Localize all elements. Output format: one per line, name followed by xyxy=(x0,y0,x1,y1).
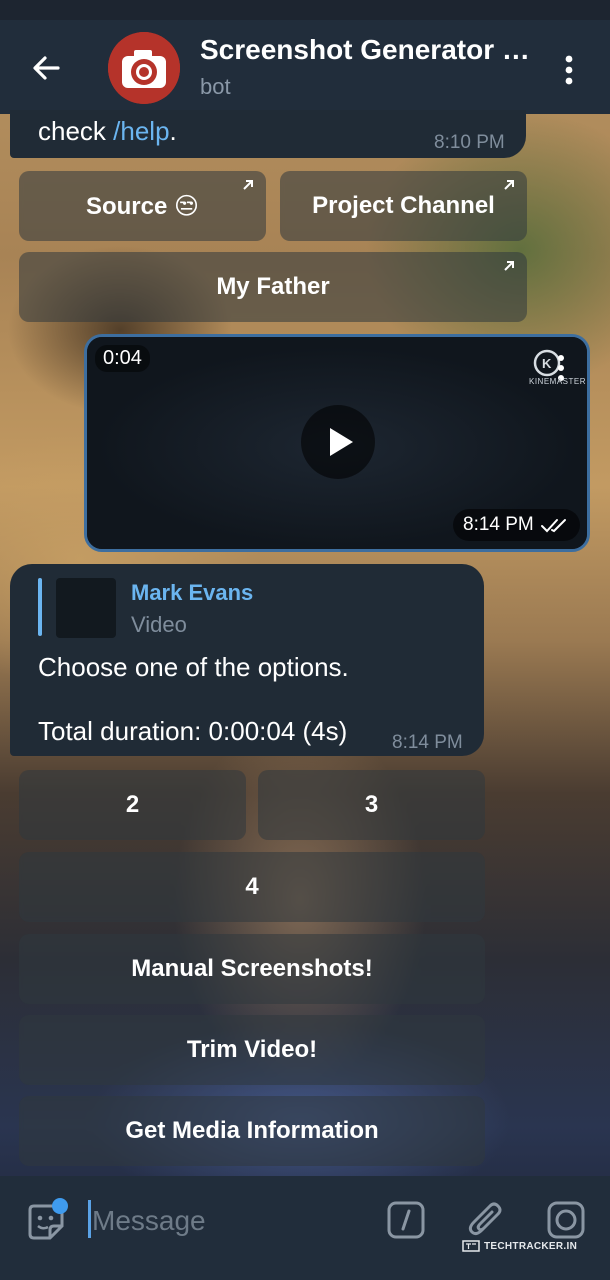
message-time: 8:14 PM xyxy=(392,732,463,753)
video-duration-badge: 0:04 xyxy=(95,345,150,372)
camera-logo-icon xyxy=(108,32,180,104)
notification-dot xyxy=(52,1198,68,1214)
bot-commands-icon[interactable] xyxy=(386,1200,426,1240)
watermark: TECHTRACKER.IN xyxy=(462,1239,577,1253)
get-media-information-button[interactable]: Get Media Information xyxy=(19,1096,485,1166)
message-composer xyxy=(0,1176,610,1280)
option-3-button[interactable]: 3 xyxy=(258,770,485,840)
message-line-2: Total duration: 0:00:04 (4s) xyxy=(38,716,348,746)
chat-header: Screenshot Generator Bot bot xyxy=(0,20,610,114)
message-text-prefix: check xyxy=(38,116,114,146)
source-button-label: Source 😒 xyxy=(85,192,200,220)
message-input[interactable] xyxy=(92,1200,352,1242)
message-text-suffix: . xyxy=(169,116,177,146)
chat-subtitle: bot xyxy=(200,74,231,99)
status-bar xyxy=(0,0,610,20)
paperclip-icon[interactable] xyxy=(466,1198,506,1242)
video-message[interactable]: 0:04 K KINEMASTER 8:14 PM xyxy=(84,334,590,552)
reply-accent-bar xyxy=(38,578,42,636)
manual-screenshots-button[interactable]: Manual Screenshots! xyxy=(19,934,485,1004)
source-button[interactable]: Source 😒 xyxy=(19,171,266,241)
bot-message-options: Mark Evans Video Choose one of the optio… xyxy=(10,564,484,756)
watermark-text: TECHTRACKER.IN xyxy=(484,1240,578,1252)
message-text: check /help. xyxy=(38,116,177,147)
bot-message-help: check /help. 8:10 PM xyxy=(10,110,526,158)
reply-media-type: Video xyxy=(131,612,187,637)
more-menu-icon[interactable] xyxy=(556,50,582,90)
text-cursor xyxy=(88,1200,91,1238)
video-time: 8:14 PM xyxy=(463,514,534,535)
external-link-icon xyxy=(243,180,253,190)
camera-icon[interactable] xyxy=(546,1200,586,1240)
message-line-1: Choose one of the options. xyxy=(38,652,349,682)
help-command-link[interactable]: /help xyxy=(113,116,169,146)
message-time: 8:10 PM xyxy=(434,132,505,153)
external-link-icon xyxy=(504,261,514,271)
option-2-button[interactable]: 2 xyxy=(19,770,246,840)
chat-title[interactable]: Screenshot Generator Bot xyxy=(200,34,530,66)
video-time-badge: 8:14 PM xyxy=(453,509,580,541)
my-father-button[interactable]: My Father xyxy=(19,252,527,322)
my-father-label: My Father xyxy=(216,273,330,300)
double-check-icon xyxy=(540,519,566,533)
watermark-logo-icon xyxy=(462,1240,480,1252)
trim-video-button[interactable]: Trim Video! xyxy=(19,1015,485,1085)
reply-sender-name[interactable]: Mark Evans xyxy=(131,580,253,606)
back-arrow-icon[interactable] xyxy=(26,48,66,88)
svg-text:K: K xyxy=(542,356,552,371)
kinemaster-label: KINEMASTER xyxy=(529,377,587,386)
avatar[interactable] xyxy=(108,32,180,104)
play-icon xyxy=(330,428,353,456)
project-channel-button[interactable]: Project Channel xyxy=(280,171,527,241)
option-4-button[interactable]: 4 xyxy=(19,852,485,922)
external-link-icon xyxy=(504,180,514,190)
reply-thumbnail[interactable] xyxy=(56,578,116,638)
project-channel-label: Project Channel xyxy=(312,192,495,219)
play-button[interactable] xyxy=(301,405,375,479)
